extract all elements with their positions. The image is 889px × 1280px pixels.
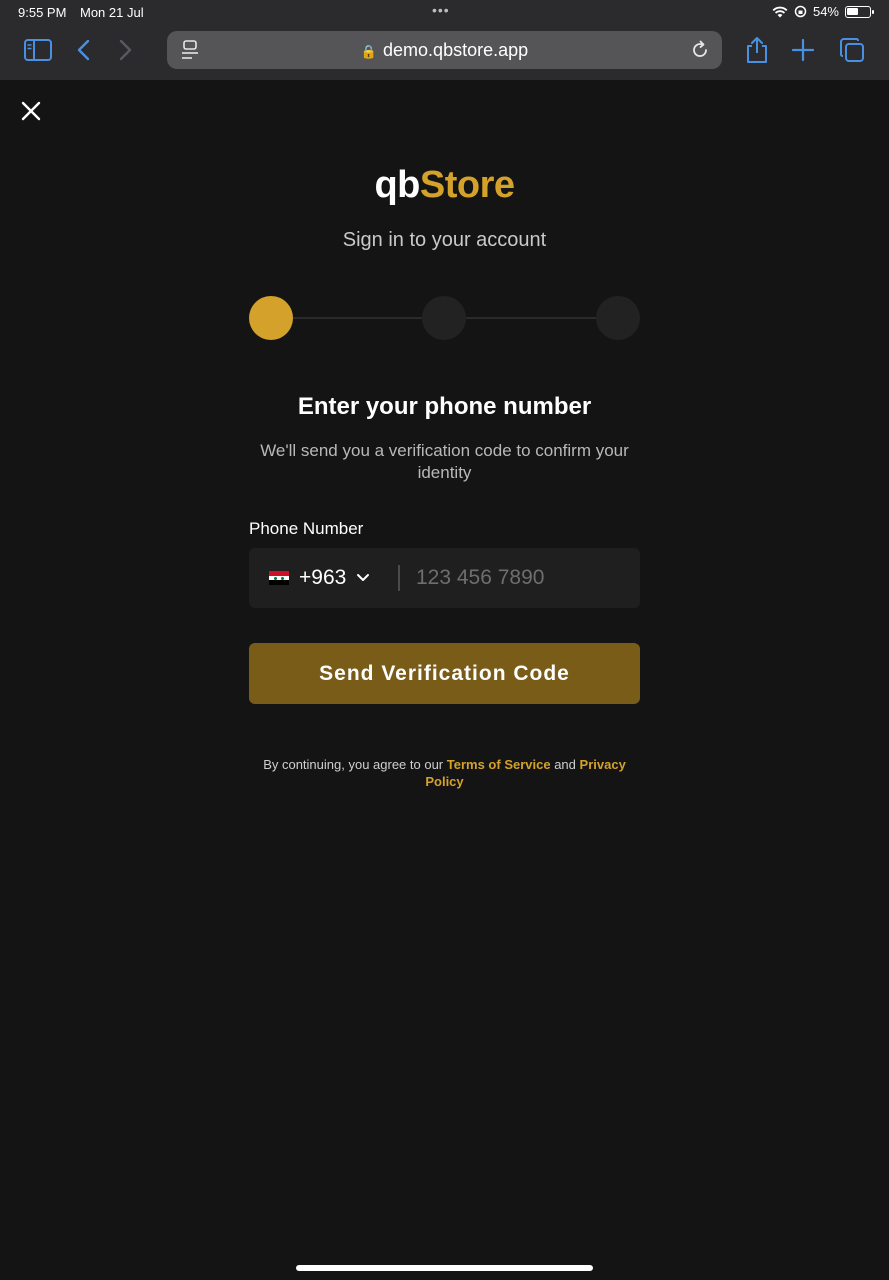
step-3 bbox=[596, 296, 640, 340]
phone-label: Phone Number bbox=[249, 519, 364, 538]
terms-of-service-link[interactable]: Terms of Service bbox=[447, 757, 551, 772]
reload-icon[interactable] bbox=[690, 40, 710, 60]
battery-icon bbox=[845, 5, 874, 18]
country-code-select[interactable]: +963 bbox=[269, 548, 370, 608]
terms-prefix: By continuing, you agree to our bbox=[263, 757, 444, 772]
lock-icon: 🔒 bbox=[360, 44, 378, 59]
syria-flag-icon bbox=[269, 571, 289, 585]
field-divider bbox=[398, 565, 400, 591]
new-tab-icon[interactable] bbox=[792, 39, 814, 61]
logo-text-primary: qb bbox=[374, 164, 420, 206]
step-1 bbox=[249, 296, 293, 340]
tabs-overview-icon[interactable] bbox=[839, 37, 865, 63]
url-text: demo.qbstore.app bbox=[383, 40, 529, 60]
forward-icon[interactable] bbox=[117, 39, 133, 61]
send-verification-code-button[interactable]: Send Verification Code bbox=[249, 643, 640, 704]
back-icon[interactable] bbox=[76, 39, 92, 61]
logo: qbStore bbox=[0, 164, 889, 207]
phone-input[interactable] bbox=[416, 548, 626, 608]
address-bar[interactable]: 🔒 demo.qbstore.app bbox=[167, 31, 722, 69]
page-heading: Enter your phone number bbox=[297, 393, 592, 420]
logo-text-accent: Store bbox=[419, 164, 515, 206]
status-bar: 9:55 PM Mon 21 Jul ••• 54% bbox=[0, 0, 889, 26]
status-time: 9:55 PM bbox=[18, 5, 67, 20]
step-connector bbox=[293, 317, 422, 319]
status-date: Mon 21 Jul bbox=[80, 5, 144, 20]
browser-toolbar: 9:55 PM Mon 21 Jul ••• 54% 🔒 demo.qbstor… bbox=[0, 0, 889, 80]
terms-notice: By continuing, you agree to our Terms of… bbox=[249, 756, 640, 790]
sidebar-icon[interactable] bbox=[24, 39, 52, 61]
page-subtitle: Sign in to your account bbox=[342, 229, 547, 251]
phone-field: +963 bbox=[249, 548, 640, 608]
orientation-lock-icon bbox=[794, 5, 807, 18]
page-description: We'll send you a verification code to co… bbox=[260, 441, 629, 482]
home-indicator[interactable] bbox=[296, 1265, 593, 1271]
close-icon[interactable] bbox=[18, 98, 44, 124]
multitasking-dots-icon[interactable]: ••• bbox=[432, 2, 450, 18]
status-indicators: 54% bbox=[772, 4, 874, 19]
country-code: +963 bbox=[299, 566, 347, 589]
wifi-icon bbox=[772, 6, 788, 17]
battery-percent: 54% bbox=[812, 4, 839, 19]
share-icon[interactable] bbox=[745, 36, 769, 64]
url-display[interactable]: 🔒 demo.qbstore.app bbox=[167, 40, 722, 61]
step-2 bbox=[422, 296, 466, 340]
step-connector bbox=[466, 317, 596, 319]
terms-and: and bbox=[554, 757, 576, 772]
chevron-down-icon bbox=[357, 574, 370, 581]
step-indicator bbox=[249, 296, 640, 340]
